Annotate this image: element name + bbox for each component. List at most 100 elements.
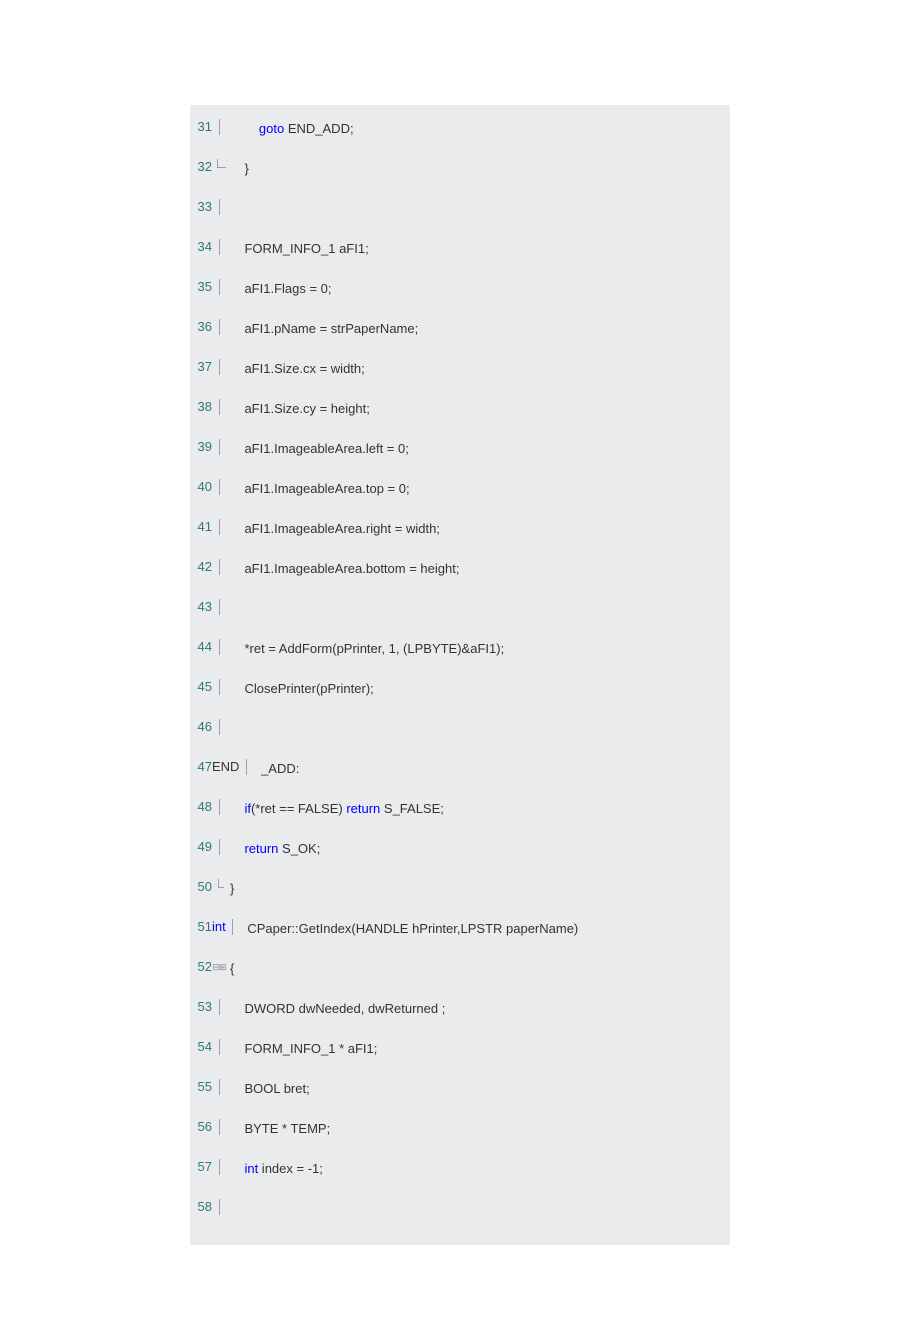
gutter [212,199,226,215]
gutter [212,639,226,655]
code-text: FORM_INFO_1 * aFI1; [226,1039,730,1059]
line-number: 33 [190,199,212,214]
line-number: 53 [190,999,212,1014]
line-number: 35 [190,279,212,294]
code-text: BOOL bret; [226,1079,730,1099]
code-line: 53 DWORD dwNeeded, dwReturned ; [190,999,730,1039]
code-text: *ret = AddForm(pPrinter, 1, (LPBYTE)&aFI… [226,639,730,659]
line-number: 37 [190,359,212,374]
code-line: 52⊟⊞{ [190,959,730,999]
gutter [212,399,226,415]
code-text: BYTE * TEMP; [226,1119,730,1139]
code-text: DWORD dwNeeded, dwReturned ; [226,999,730,1019]
gutter [212,159,226,168]
code-line: 42 aFI1.ImageableArea.bottom = height; [190,559,730,599]
gutter [212,719,226,735]
gutter [212,1159,226,1175]
line-number: 50 [190,879,212,894]
code-line: 51int CPaper::GetIndex(HANDLE hPrinter,L… [190,919,730,959]
line-number: 51 [190,919,212,934]
code-line: 47END _ADD: [190,759,730,799]
code-text: aFI1.Size.cx = width; [226,359,730,379]
code-line: 54 FORM_INFO_1 * aFI1; [190,1039,730,1079]
gutter [212,839,226,855]
code-line: 46 [190,719,730,759]
gutter [239,759,253,775]
line-number: 39 [190,439,212,454]
line-number: 31 [190,119,212,134]
code-text: CPaper::GetIndex(HANDLE hPrinter,LPSTR p… [240,919,730,939]
line-prefix: int [212,919,226,934]
gutter: ⊟⊞ [212,959,226,969]
gutter [212,1079,226,1095]
line-number: 54 [190,1039,212,1054]
line-number: 41 [190,519,212,534]
code-line: 56 BYTE * TEMP; [190,1119,730,1159]
code-line: 58 [190,1199,730,1239]
line-number: 48 [190,799,212,814]
code-line: 37 aFI1.Size.cx = width; [190,359,730,399]
line-number: 32 [190,159,212,174]
code-line: 39 aFI1.ImageableArea.left = 0; [190,439,730,479]
line-number: 58 [190,1199,212,1214]
code-line: 32 } [190,159,730,199]
gutter [212,279,226,295]
code-text: return S_OK; [226,839,730,859]
gutter [212,239,226,255]
code-text: FORM_INFO_1 aFI1; [226,239,730,259]
gutter [212,119,226,135]
code-line: 40 aFI1.ImageableArea.top = 0; [190,479,730,519]
line-number: 45 [190,679,212,694]
code-text: aFI1.Size.cy = height; [226,399,730,419]
line-prefix: END [212,759,239,774]
code-line: 45 ClosePrinter(pPrinter); [190,679,730,719]
code-text: goto END_ADD; [226,119,730,139]
line-number: 56 [190,1119,212,1134]
code-line: 48 if(*ret == FALSE) return S_FALSE; [190,799,730,839]
code-text: aFI1.ImageableArea.left = 0; [226,439,730,459]
line-number: 34 [190,239,212,254]
gutter [212,799,226,815]
gutter [212,359,226,375]
code-text: int index = -1; [226,1159,730,1179]
code-line: 33 [190,199,730,239]
line-number: 57 [190,1159,212,1174]
gutter [212,439,226,455]
gutter [226,919,240,935]
line-number: 46 [190,719,212,734]
code-line: 35 aFI1.Flags = 0; [190,279,730,319]
code-line: 44 *ret = AddForm(pPrinter, 1, (LPBYTE)&… [190,639,730,679]
code-line: 31 goto END_ADD; [190,119,730,159]
gutter [212,519,226,535]
gutter [212,559,226,575]
code-line: 55 BOOL bret; [190,1079,730,1119]
code-line: 38 aFI1.Size.cy = height; [190,399,730,439]
code-text: { [226,959,730,979]
fold-icon[interactable]: ⊟⊞ [212,962,225,972]
gutter [212,319,226,335]
code-text: ClosePrinter(pPrinter); [226,679,730,699]
line-number: 42 [190,559,212,574]
line-number: 40 [190,479,212,494]
code-text: } [226,879,730,899]
code-text: } [226,159,730,179]
line-number: 49 [190,839,212,854]
gutter [212,879,226,888]
line-number: 55 [190,1079,212,1094]
code-text: if(*ret == FALSE) return S_FALSE; [226,799,730,819]
gutter [212,1119,226,1135]
code-line: 49 return S_OK; [190,839,730,879]
code-line: 36 aFI1.pName = strPaperName; [190,319,730,359]
gutter [212,679,226,695]
code-text: aFI1.ImageableArea.top = 0; [226,479,730,499]
code-line: 57 int index = -1; [190,1159,730,1199]
gutter [212,1199,226,1215]
gutter [212,479,226,495]
code-block: 31 goto END_ADD;32 }3334 FORM_INFO_1 aFI… [190,105,730,1245]
line-number: 44 [190,639,212,654]
line-number: 38 [190,399,212,414]
line-number: 47 [190,759,212,774]
code-line: 50} [190,879,730,919]
gutter [212,999,226,1015]
code-line: 41 aFI1.ImageableArea.right = width; [190,519,730,559]
